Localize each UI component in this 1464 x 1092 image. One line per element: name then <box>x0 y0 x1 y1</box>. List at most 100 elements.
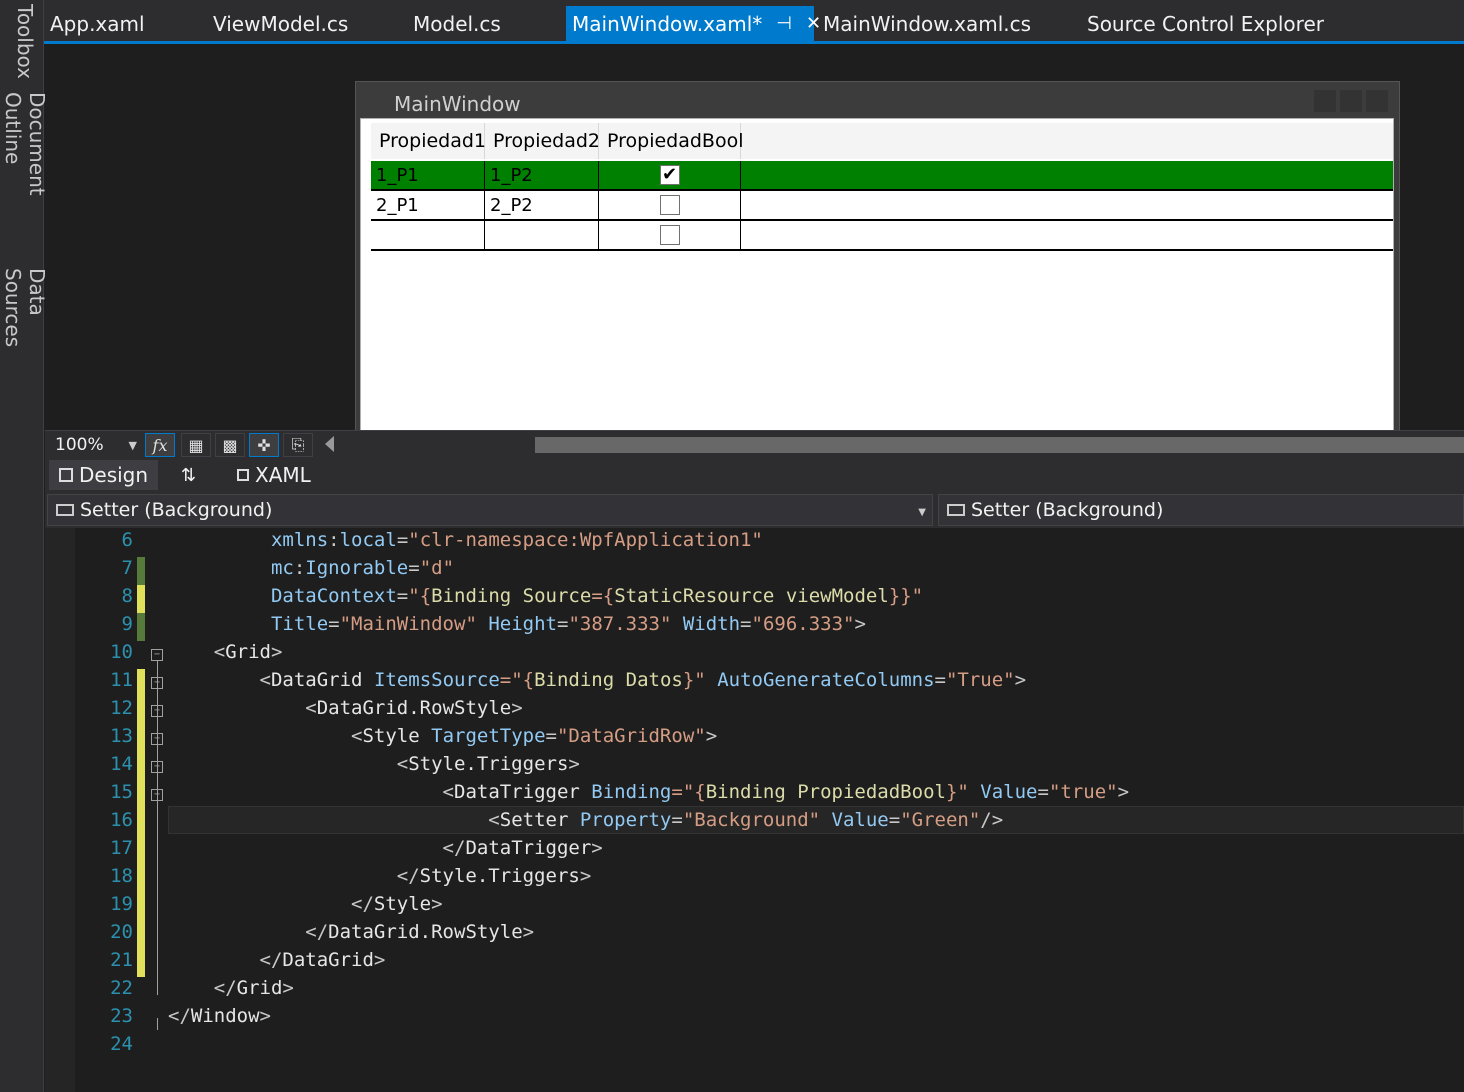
line-number: 7 <box>121 557 133 579</box>
column-header[interactable]: PropiedadBool <box>599 123 744 159</box>
document-outline-tab[interactable]: Document Outline <box>0 92 49 260</box>
line-number: 22 <box>110 977 133 999</box>
line-number: 23 <box>110 1005 133 1027</box>
design-surface[interactable]: MainWindow Propiedad1 Propiedad2 Propied… <box>45 44 1464 430</box>
line-number: 18 <box>110 865 133 887</box>
tab-mainwindow-xaml[interactable]: MainWindow.xaml* ⊣ ✕ <box>566 6 821 41</box>
table-row[interactable]: 2_P1 2_P2 <box>371 191 1393 221</box>
code-line[interactable]: </DataTrigger> <box>168 837 603 859</box>
document-tab-bar: App.xaml ViewModel.cs Model.cs MainWindo… <box>44 0 1464 44</box>
swap-panes-icon[interactable]: ⇅ <box>181 460 196 490</box>
data-grid-header: Propiedad1 Propiedad2 PropiedadBool <box>371 123 1393 159</box>
collapse-icon[interactable]: − <box>151 649 163 661</box>
cell-propiedad1[interactable]: 2_P1 <box>371 191 485 219</box>
code-line[interactable]: <Style TargetType="DataGridRow"> <box>168 725 717 747</box>
element-icon <box>56 504 74 516</box>
cell-propiedad2[interactable]: 1_P2 <box>485 161 599 189</box>
tab-app-xaml[interactable]: App.xaml <box>44 6 151 42</box>
code-line[interactable]: </Style.Triggers> <box>168 865 592 887</box>
wpf-window-preview[interactable]: MainWindow Propiedad1 Propiedad2 Propied… <box>355 81 1400 430</box>
table-row-new[interactable] <box>371 221 1393 251</box>
column-header[interactable]: Propiedad2 <box>485 123 600 159</box>
collapse-icon[interactable]: − <box>151 705 163 717</box>
collapse-icon[interactable]: − <box>151 789 163 801</box>
code-line-current[interactable]: <Setter Property="Background" Value="Gre… <box>168 809 1003 831</box>
line-number: 14 <box>110 753 133 775</box>
element-selector-right[interactable]: Setter (Background) <box>938 494 1464 526</box>
tab-xaml[interactable]: XAML <box>237 460 311 490</box>
tab-viewmodel-cs[interactable]: ViewModel.cs <box>207 6 354 42</box>
checkbox-unchecked[interactable] <box>659 225 680 245</box>
tool-window-strip: Toolbox Document Outline Data Sources <box>0 0 49 1092</box>
collapse-icon[interactable]: − <box>151 677 163 689</box>
element-selector-left[interactable]: Setter (Background) ▼ <box>47 494 933 526</box>
code-line[interactable]: mc:Ignorable="d" <box>168 557 454 579</box>
column-header[interactable]: Propiedad1 <box>371 123 486 159</box>
glyph-margin <box>45 528 75 1092</box>
line-number: 6 <box>121 529 133 551</box>
code-line[interactable]: <DataTrigger Binding="{Binding Propiedad… <box>168 781 1130 803</box>
code-line[interactable]: </DataGrid> <box>168 949 386 971</box>
cell-propiedad2[interactable] <box>485 221 599 249</box>
cell-propiedadbool[interactable] <box>599 191 741 219</box>
code-line[interactable]: </Style> <box>168 893 443 915</box>
cell-propiedadbool[interactable] <box>599 221 741 249</box>
code-line[interactable]: </Window> <box>168 1005 271 1027</box>
checkbox-unchecked[interactable] <box>659 195 680 215</box>
grid-icon[interactable]: ▦ <box>181 433 211 457</box>
design-icon <box>59 468 73 482</box>
line-number: 19 <box>110 893 133 915</box>
tab-mainwindow-xaml-cs[interactable]: MainWindow.xaml.cs <box>817 6 1037 42</box>
wpf-window-title: MainWindow <box>394 92 521 116</box>
fx-effects-button[interactable]: fx <box>145 433 175 457</box>
line-number: 12 <box>110 697 133 719</box>
cell-propiedad1[interactable]: 1_P1 <box>371 161 485 189</box>
wpf-window-client: Propiedad1 Propiedad2 PropiedadBool 1_P1… <box>360 118 1394 430</box>
tab-source-control-explorer[interactable]: Source Control Explorer <box>1081 6 1330 42</box>
zoom-dropdown[interactable]: 100% ▼ <box>49 433 141 457</box>
checkbox-checked[interactable]: ✔ <box>659 165 680 185</box>
code-line[interactable]: <DataGrid.RowStyle> <box>168 697 522 719</box>
cell-propiedadbool[interactable]: ✔ <box>599 161 741 189</box>
line-number: 21 <box>110 949 133 971</box>
change-marker-unsaved <box>137 669 145 977</box>
minimize-button <box>1314 90 1336 112</box>
collapse-icon[interactable]: − <box>151 733 163 745</box>
code-line[interactable]: </DataGrid.RowStyle> <box>168 921 534 943</box>
code-line[interactable]: </Grid> <box>168 977 294 999</box>
element-icon <box>947 504 965 516</box>
collapse-icon[interactable]: − <box>151 761 163 773</box>
line-number: 15 <box>110 781 133 803</box>
cell-propiedad2[interactable]: 2_P2 <box>485 191 599 219</box>
data-sources-tab[interactable]: Data Sources <box>0 268 49 392</box>
line-number: 11 <box>110 669 133 691</box>
navigation-bar: Setter (Background) ▼ Setter (Background… <box>45 492 1464 528</box>
line-number: 20 <box>110 921 133 943</box>
cell-propiedad1[interactable] <box>371 221 485 249</box>
code-line[interactable]: Title="MainWindow" Height="387.333" Widt… <box>168 613 866 635</box>
code-line[interactable]: <Style.Triggers> <box>168 753 580 775</box>
tab-model-cs[interactable]: Model.cs <box>407 6 507 42</box>
scroll-left-icon[interactable] <box>325 436 334 452</box>
window-close-button <box>1366 90 1388 112</box>
outline-guide <box>157 1018 158 1030</box>
snap-snaplines-icon[interactable]: ✜ <box>249 433 279 457</box>
artboard-icon[interactable]: ⎘ <box>283 433 313 457</box>
xaml-code-editor[interactable]: 6 7 8 9 10 11 12 13 14 15 16 17 18 19 20… <box>45 528 1464 1092</box>
snap-gridlines-icon[interactable]: ▩ <box>215 433 245 457</box>
code-line[interactable]: DataContext="{Binding Source={StaticReso… <box>168 585 923 607</box>
horizontal-scrollbar[interactable] <box>535 437 1464 453</box>
line-number: 24 <box>110 1033 133 1055</box>
line-number: 17 <box>110 837 133 859</box>
maximize-button <box>1340 90 1362 112</box>
pin-icon[interactable]: ⊣ <box>776 13 792 34</box>
code-line[interactable]: xmlns:local="clr-namespace:WpfApplicatio… <box>168 529 763 551</box>
chevron-down-icon: ▼ <box>128 439 137 452</box>
code-line[interactable]: <Grid> <box>168 641 283 663</box>
table-row[interactable]: 1_P1 1_P2 ✔ <box>371 161 1393 191</box>
xaml-icon <box>237 469 249 481</box>
toolbox-tab[interactable]: Toolbox <box>0 4 44 84</box>
line-number: 8 <box>121 585 133 607</box>
code-line[interactable]: <DataGrid ItemsSource="{Binding Datos}" … <box>168 669 1027 691</box>
tab-design[interactable]: Design <box>49 460 159 490</box>
